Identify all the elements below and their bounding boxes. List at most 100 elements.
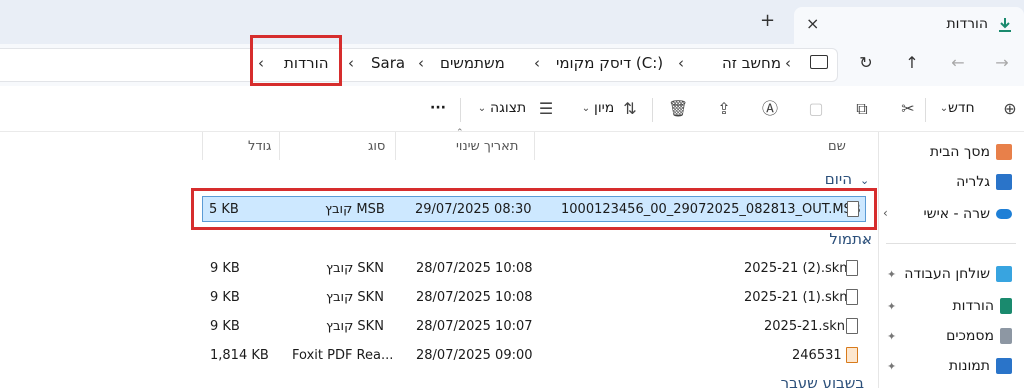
paste-icon[interactable]: ▢ xyxy=(806,99,826,119)
divider xyxy=(279,132,280,160)
rename-icon[interactable]: Ⓐ xyxy=(760,99,780,119)
navigation-pane: מסך הבית גלריה שרה - אישי › שולחן העבודה… xyxy=(878,132,1024,388)
sidebar-item-label: מסך הבית xyxy=(929,144,990,160)
sidebar-item-gallery[interactable]: גלריה xyxy=(956,170,1012,194)
new-tab-button[interactable]: + xyxy=(760,10,775,31)
computer-icon[interactable] xyxy=(810,55,828,69)
back-button[interactable]: → xyxy=(990,51,1014,75)
chevron-icon[interactable]: ‹ xyxy=(418,54,424,72)
sidebar-item-label: שולחן העבודה xyxy=(904,266,990,282)
file-size: 9 KB xyxy=(210,261,240,276)
more-button[interactable]: ··· xyxy=(430,100,446,116)
divider xyxy=(925,98,926,122)
column-name[interactable]: שם xyxy=(828,139,846,154)
share-icon[interactable]: ⇪ xyxy=(714,99,734,119)
file-row[interactable]: 9 KB קובץ SKN 28/07/2025 10:08 2025-21 (… xyxy=(202,256,866,282)
view-icon[interactable]: ☰ xyxy=(536,99,556,119)
pin-icon: ✦ xyxy=(887,330,897,343)
chevron-icon[interactable]: ‹ xyxy=(348,54,354,72)
file-size: 9 KB xyxy=(210,319,240,334)
home-icon xyxy=(996,144,1012,160)
sort-arrow-icon: ⌃ xyxy=(456,128,464,138)
pin-icon: ✦ xyxy=(887,360,897,373)
tab-downloads[interactable]: × הורדות xyxy=(794,7,1024,44)
up-button[interactable]: ↑ xyxy=(900,51,924,75)
chevron-down-icon[interactable]: ⌄ xyxy=(860,234,869,247)
file-type: קובץ SKN xyxy=(326,319,384,334)
breadcrumb-sara[interactable]: Sara xyxy=(371,54,405,72)
file-row[interactable]: 9 KB קובץ SKN 28/07/2025 10:07 2025-21.s… xyxy=(202,314,866,340)
file-name: 246531 xyxy=(792,348,842,363)
delete-icon[interactable]: 🗑 xyxy=(668,99,688,119)
file-name: 2025-21 (1).skn xyxy=(744,290,848,305)
sort-icon[interactable]: ⇅ xyxy=(620,99,640,119)
sidebar-item-documents[interactable]: מסמכים xyxy=(946,324,1012,348)
file-date: 28/07/2025 09:00 xyxy=(416,348,533,363)
file-size: 9 KB xyxy=(210,290,240,305)
highlight-file xyxy=(191,188,877,230)
file-date: 28/07/2025 10:08 xyxy=(416,290,533,305)
column-size[interactable]: גודל xyxy=(248,139,271,154)
view-button[interactable]: תצוגה xyxy=(490,100,526,116)
column-type[interactable]: סוג xyxy=(368,139,385,154)
divider xyxy=(886,243,1016,244)
download-icon xyxy=(999,18,1011,32)
sidebar-item-home[interactable]: מסך הבית xyxy=(930,140,1012,164)
group-header-today[interactable]: היום xyxy=(825,170,852,188)
highlight-breadcrumb xyxy=(250,35,342,86)
refresh-button[interactable]: ↻ xyxy=(854,51,878,75)
cloud-icon xyxy=(996,209,1012,219)
pdf-file-icon xyxy=(846,347,858,363)
sidebar-item-pictures[interactable]: תמונות xyxy=(949,354,1012,378)
command-bar: חדש ⊕ ⌄ ✂ ⧉ ▢ Ⓐ ⇪ 🗑 מיון ⇅ ⌄ תצוגה ☰ ⌄ ·… xyxy=(0,88,1024,132)
pictures-icon xyxy=(996,358,1012,374)
file-type: Foxit PDF Rea... xyxy=(292,348,394,363)
pin-icon: ✦ xyxy=(887,300,897,313)
file-icon xyxy=(846,289,858,305)
pin-icon: ✦ xyxy=(887,268,897,281)
file-name: 2025-21.skn xyxy=(764,319,845,334)
chevron-down-icon[interactable]: ⌄ xyxy=(576,99,596,119)
file-type: קובץ SKN xyxy=(326,261,384,276)
chevron-icon[interactable]: ‹ xyxy=(785,54,791,72)
forward-button[interactable]: ← xyxy=(946,51,970,75)
documents-icon xyxy=(1000,328,1012,344)
expand-chevron-icon[interactable]: › xyxy=(883,206,888,220)
breadcrumb-this-pc[interactable]: מחשב זה xyxy=(722,54,781,72)
cut-icon[interactable]: ✂ xyxy=(898,99,918,119)
file-date: 28/07/2025 10:07 xyxy=(416,319,533,334)
file-name: 2025-21 (2).skn xyxy=(744,261,848,276)
tab-strip: + × הורדות xyxy=(0,0,1024,44)
divider xyxy=(534,132,535,160)
tab-title: הורדות xyxy=(946,16,988,32)
sort-button[interactable]: מיון xyxy=(594,100,614,116)
download-icon xyxy=(1000,298,1012,314)
close-tab-button[interactable]: × xyxy=(806,14,819,33)
sidebar-item-label: גלריה xyxy=(956,174,990,190)
chevron-down-icon[interactable]: ⌄ xyxy=(860,174,869,187)
file-row[interactable]: 9 KB קובץ SKN 28/07/2025 10:08 2025-21 (… xyxy=(202,285,866,311)
group-header-last-week[interactable]: בשבוע שעבר xyxy=(781,374,864,388)
divider xyxy=(395,132,396,160)
sidebar-item-label: הורדות xyxy=(952,298,994,314)
chevron-down-icon[interactable]: ⌄ xyxy=(934,99,954,119)
sidebar-item-downloads[interactable]: הורדות xyxy=(952,294,1012,318)
sidebar-item-desktop[interactable]: שולחן העבודה xyxy=(904,262,1012,286)
sidebar-item-onedrive[interactable]: שרה - אישי xyxy=(924,202,1012,226)
plus-icon[interactable]: ⊕ xyxy=(1000,99,1020,119)
file-icon xyxy=(846,260,858,276)
divider xyxy=(652,98,653,122)
breadcrumb-users[interactable]: משתמשים xyxy=(440,54,505,72)
chevron-icon[interactable]: ‹ xyxy=(678,54,684,72)
breadcrumb-local-disk[interactable]: דיסק מקומי (C:) xyxy=(556,54,663,72)
chevron-icon[interactable]: ‹ xyxy=(534,54,540,72)
file-type: קובץ SKN xyxy=(326,290,384,305)
sidebar-item-label: שרה - אישי xyxy=(923,206,990,222)
file-row[interactable]: 1,814 KB Foxit PDF Rea... 28/07/2025 09:… xyxy=(202,343,866,369)
column-headers: גודל סוג תאריך שינוי ⌃ שם xyxy=(202,128,878,160)
file-date: 28/07/2025 10:08 xyxy=(416,261,533,276)
divider xyxy=(460,98,461,122)
chevron-down-icon[interactable]: ⌄ xyxy=(472,99,492,119)
column-date[interactable]: תאריך שינוי xyxy=(456,139,518,154)
copy-icon[interactable]: ⧉ xyxy=(852,99,872,119)
